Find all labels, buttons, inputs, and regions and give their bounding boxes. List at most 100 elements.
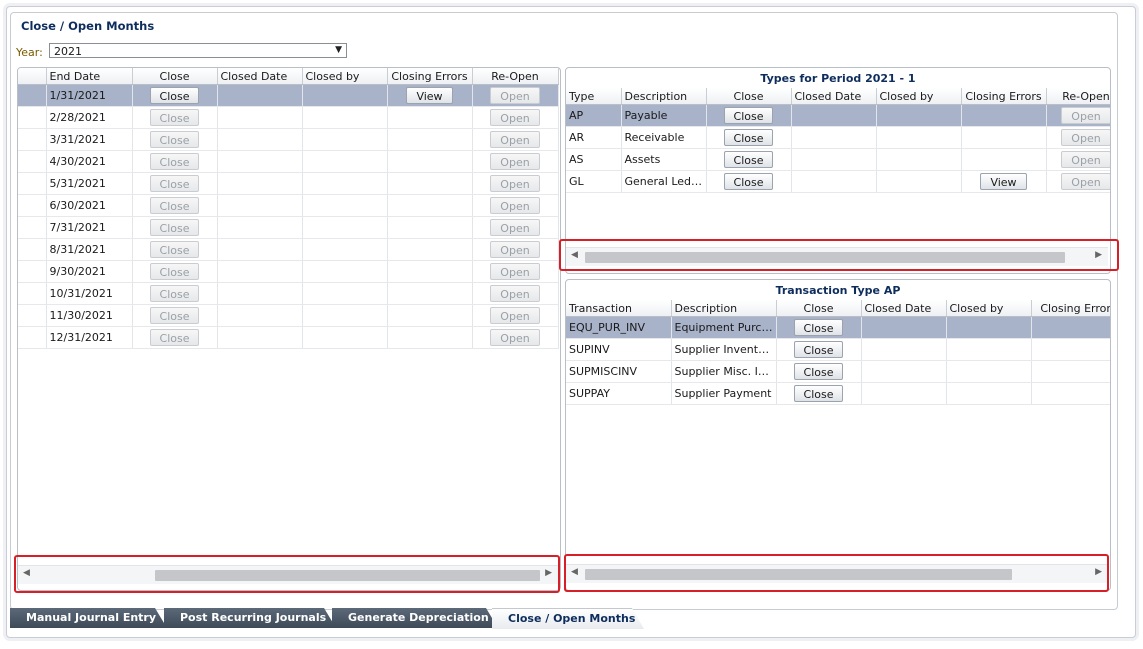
- table-row[interactable]: SUPMISCINV Supplier Misc. Inv... Close: [566, 360, 1110, 383]
- closed-by-cell: [946, 360, 1032, 383]
- open-button[interactable]: Open: [490, 241, 540, 258]
- close-button-cell: Close: [132, 238, 218, 261]
- open-button[interactable]: Open: [490, 263, 540, 280]
- close-button[interactable]: Close: [149, 285, 200, 302]
- col-closed-by[interactable]: Closed by: [302, 68, 388, 85]
- closed-by-cell: [302, 304, 388, 327]
- col-closing-errors[interactable]: Closing Errors: [1031, 300, 1110, 317]
- col-closed-by[interactable]: Closed by: [946, 300, 1032, 317]
- tab-post-recurring-journals[interactable]: Post Recurring Journals: [164, 608, 336, 628]
- table-row[interactable]: AP Payable Close Open: [566, 104, 1110, 127]
- tab-close-open-months[interactable]: Close / Open Months: [492, 608, 644, 629]
- col-closed-by[interactable]: Closed by: [876, 88, 962, 105]
- open-button-cell: Open: [472, 106, 559, 129]
- open-button[interactable]: Open: [490, 131, 540, 148]
- close-button[interactable]: Close: [793, 363, 844, 380]
- view-errors-button-cell: [387, 106, 473, 129]
- open-button[interactable]: Open: [490, 197, 540, 214]
- close-button[interactable]: Close: [149, 87, 200, 104]
- table-row[interactable]: 12/31/2021 Close Open: [18, 326, 559, 349]
- table-row[interactable]: EQU_PUR_INV Equipment Purcha... Close: [566, 316, 1110, 339]
- end-date-cell: 1/31/2021: [46, 84, 133, 107]
- table-row[interactable]: 3/31/2021 Close Open: [18, 128, 559, 151]
- table-row[interactable]: 10/31/2021 Close Open: [18, 282, 559, 305]
- close-button[interactable]: Close: [149, 329, 200, 346]
- table-row[interactable]: 6/30/2021 Close Open: [18, 194, 559, 217]
- open-button[interactable]: Open: [490, 329, 540, 346]
- year-select[interactable]: 2021 ▼: [49, 43, 347, 58]
- table-row[interactable]: 8/31/2021 Close Open: [18, 238, 559, 261]
- open-button[interactable]: Open: [490, 87, 540, 104]
- close-button[interactable]: Close: [723, 129, 774, 146]
- col-close[interactable]: Close: [776, 300, 862, 317]
- table-row[interactable]: AR Receivable Close Open: [566, 126, 1110, 149]
- table-row[interactable]: GL General Ledger Close View Open: [566, 170, 1110, 193]
- close-button[interactable]: Close: [723, 173, 774, 190]
- close-button[interactable]: Close: [149, 131, 200, 148]
- open-button[interactable]: Open: [490, 285, 540, 302]
- close-button[interactable]: Close: [793, 385, 844, 402]
- col-description[interactable]: Description: [621, 88, 707, 105]
- table-row[interactable]: SUPINV Supplier Inventory... Close: [566, 338, 1110, 361]
- close-button[interactable]: Close: [793, 341, 844, 358]
- close-button[interactable]: Close: [149, 307, 200, 324]
- table-row[interactable]: 9/30/2021 Close Open: [18, 260, 559, 283]
- row-selector: [18, 304, 47, 327]
- col-end-date[interactable]: End Date: [46, 68, 133, 85]
- open-button[interactable]: Open: [490, 307, 540, 324]
- open-button[interactable]: Open: [1061, 173, 1110, 190]
- close-button[interactable]: Close: [793, 319, 844, 336]
- col-closed-date[interactable]: Closed Date: [861, 300, 947, 317]
- open-button[interactable]: Open: [1061, 151, 1110, 168]
- col-reopen[interactable]: Re-Open: [472, 68, 559, 85]
- open-button[interactable]: Open: [490, 175, 540, 192]
- table-row[interactable]: 7/31/2021 Close Open: [18, 216, 559, 239]
- col-close[interactable]: Close: [706, 88, 792, 105]
- close-button[interactable]: Close: [723, 151, 774, 168]
- col-closing-errors[interactable]: Closing Errors: [387, 68, 473, 85]
- close-button[interactable]: Close: [149, 109, 200, 126]
- table-row[interactable]: SUPPAY Supplier Payment Close: [566, 382, 1110, 405]
- description-cell: Supplier Payment: [671, 382, 777, 405]
- table-row[interactable]: 5/31/2021 Close Open: [18, 172, 559, 195]
- close-button[interactable]: Close: [149, 153, 200, 170]
- row-selector: [18, 172, 47, 195]
- close-button[interactable]: Close: [149, 241, 200, 258]
- table-row[interactable]: 4/30/2021 Close Open: [18, 150, 559, 173]
- view-errors-button[interactable]: View: [406, 87, 453, 104]
- table-row[interactable]: 2/28/2021 Close Open: [18, 106, 559, 129]
- close-button[interactable]: Close: [149, 219, 200, 236]
- col-reopen[interactable]: Re-Open: [1046, 88, 1110, 105]
- view-errors-button[interactable]: View: [980, 173, 1027, 190]
- open-button[interactable]: Open: [1061, 107, 1110, 124]
- close-button[interactable]: Close: [149, 197, 200, 214]
- col-type[interactable]: Type: [566, 88, 622, 105]
- closing-errors-cell: [1031, 338, 1110, 361]
- open-button[interactable]: Open: [490, 109, 540, 126]
- col-closed-date[interactable]: Closed Date: [791, 88, 877, 105]
- tab-generate-depreciation[interactable]: Generate Depreciation: [332, 608, 498, 628]
- col-close[interactable]: Close: [132, 68, 218, 85]
- open-button[interactable]: Open: [1061, 129, 1110, 146]
- open-button[interactable]: Open: [490, 219, 540, 236]
- col-closing-errors[interactable]: Closing Errors: [961, 88, 1047, 105]
- table-row[interactable]: 11/30/2021 Close Open: [18, 304, 559, 327]
- closed-date-cell: [217, 172, 303, 195]
- closed-date-cell: [791, 170, 877, 193]
- closed-by-cell: [302, 326, 388, 349]
- view-errors-button-cell: [387, 150, 473, 173]
- close-button[interactable]: Close: [149, 175, 200, 192]
- close-button-cell: Close: [776, 382, 862, 405]
- transactions-panel: Transaction Type AP Transaction Descript…: [565, 279, 1111, 591]
- col-transaction[interactable]: Transaction: [566, 300, 672, 317]
- col-description[interactable]: Description: [671, 300, 777, 317]
- closed-date-cell: [217, 194, 303, 217]
- close-button[interactable]: Close: [723, 107, 774, 124]
- close-button[interactable]: Close: [149, 263, 200, 280]
- table-row[interactable]: AS Assets Close Open: [566, 148, 1110, 171]
- open-button[interactable]: Open: [490, 153, 540, 170]
- tab-manual-journal-entry[interactable]: Manual Journal Entry: [10, 608, 167, 628]
- table-row[interactable]: 1/31/2021 Close View Open: [18, 84, 559, 107]
- col-closed-date[interactable]: Closed Date: [217, 68, 303, 85]
- close-button-cell: Close: [132, 216, 218, 239]
